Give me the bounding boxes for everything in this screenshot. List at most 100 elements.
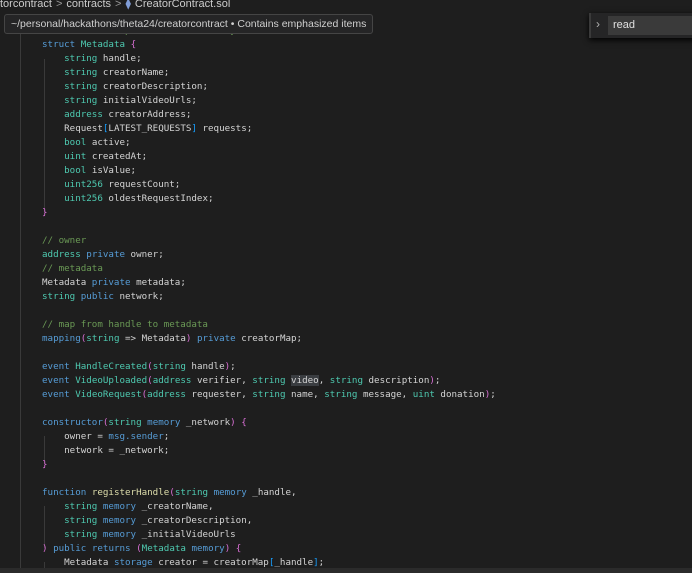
code-line: } bbox=[42, 458, 48, 472]
code-token: address bbox=[64, 109, 103, 120]
code-line: event VideoRequest(address requester, st… bbox=[42, 388, 496, 402]
code-token: requests; bbox=[196, 123, 253, 134]
code-token: ; bbox=[490, 389, 496, 400]
code-token: string bbox=[152, 361, 186, 372]
code-token: string bbox=[252, 389, 286, 400]
chevron-right-icon: > bbox=[115, 0, 122, 10]
code-line: // owner bbox=[42, 234, 86, 248]
code-token: Metadata bbox=[141, 543, 186, 554]
code-token: public bbox=[80, 291, 114, 302]
code-token: creatorDescription; bbox=[97, 81, 208, 92]
code-token: address bbox=[147, 389, 186, 400]
code-token: owner; bbox=[125, 249, 164, 260]
code-token: handle; bbox=[97, 53, 142, 64]
code-token: } bbox=[42, 207, 48, 218]
code-token: event bbox=[42, 361, 70, 372]
code-token: isValue; bbox=[86, 165, 137, 176]
code-token: string bbox=[252, 375, 286, 386]
code-line: string public network; bbox=[42, 290, 164, 304]
code-line: constructor(string memory _network) { bbox=[42, 416, 247, 430]
code-token: VideoRequest bbox=[75, 389, 142, 400]
code-token: active; bbox=[86, 137, 131, 148]
code-line: Request[LATEST_REQUESTS] requests; bbox=[42, 122, 252, 136]
code-line: network = _network; bbox=[42, 444, 169, 458]
code-token: private bbox=[86, 249, 126, 260]
code-token: donation bbox=[434, 389, 485, 400]
code-token: Metadata bbox=[64, 557, 114, 568]
code-token: metadata; bbox=[130, 277, 186, 288]
breadcrumb-file[interactable]: CreatorContract.sol bbox=[135, 0, 230, 10]
code-token: LATEST_REQUESTS bbox=[108, 123, 192, 134]
code-token: { bbox=[235, 543, 242, 554]
code-token: struct bbox=[42, 39, 76, 50]
code-token: string bbox=[174, 487, 209, 498]
code-token: } bbox=[42, 459, 48, 470]
code-token: string bbox=[64, 529, 98, 540]
code-token: video bbox=[291, 375, 319, 386]
code-line: owner = msg.sender; bbox=[42, 430, 169, 444]
code-line: string memory _creatorDescription, bbox=[42, 514, 252, 528]
code-token: _handle, bbox=[246, 487, 297, 498]
code-line: string creatorDescription; bbox=[42, 80, 208, 94]
code-token: address bbox=[42, 249, 81, 260]
code-token: network; bbox=[113, 291, 164, 302]
code-token: memory bbox=[213, 487, 247, 498]
indent-guide bbox=[20, 30, 21, 570]
find-input[interactable]: read bbox=[608, 16, 692, 35]
code-line: uint createdAt; bbox=[42, 150, 147, 164]
code-token: HandleCreated bbox=[75, 361, 148, 372]
breadcrumb-folder[interactable]: torcontract bbox=[0, 0, 52, 10]
code-token: string bbox=[64, 501, 98, 512]
code-line: uint256 oldestRequestIndex; bbox=[42, 192, 213, 206]
code-line: event VideoUploaded(address verifier, st… bbox=[42, 374, 440, 388]
code-token: uint256 bbox=[64, 193, 103, 204]
code-token: string bbox=[64, 81, 98, 92]
code-token: string bbox=[64, 515, 98, 526]
ethereum-file-icon: ⧫ bbox=[125, 0, 131, 10]
code-line: string memory _creatorName, bbox=[42, 500, 213, 514]
code-token: creatorName; bbox=[97, 67, 170, 78]
horizontal-scrollbar[interactable] bbox=[0, 568, 692, 573]
toggle-replace-chevron-icon[interactable]: › bbox=[596, 17, 600, 31]
code-token: ; bbox=[434, 375, 441, 386]
code-editor[interactable]: // struct to represent a data entrystruc… bbox=[0, 0, 692, 570]
code-line: string handle; bbox=[42, 52, 142, 66]
path-tooltip: ~/personal/hackathons/theta24/creatorcon… bbox=[4, 14, 374, 34]
code-token: private bbox=[196, 333, 236, 344]
code-line: // map from handle to metadata bbox=[42, 318, 208, 332]
code-token: initialVideoUrls; bbox=[97, 95, 197, 106]
code-token: { bbox=[130, 39, 137, 50]
code-line: bool active; bbox=[42, 136, 131, 150]
code-token: _creatorDescription, bbox=[136, 515, 253, 526]
code-line: address private owner; bbox=[42, 248, 164, 262]
code-token: returns bbox=[91, 543, 131, 554]
breadcrumb-folder[interactable]: contracts bbox=[66, 0, 111, 10]
code-token: name, bbox=[285, 389, 325, 400]
code-token: string bbox=[329, 375, 363, 386]
code-token: string bbox=[64, 67, 98, 78]
code-token: string bbox=[86, 333, 120, 344]
code-token: _handle bbox=[274, 557, 314, 568]
code-token: Metadata bbox=[80, 39, 126, 50]
code-token: Request bbox=[64, 123, 103, 134]
code-token: creatorMap; bbox=[235, 333, 303, 344]
code-token: memory bbox=[102, 529, 137, 540]
code-token: ; bbox=[163, 431, 170, 442]
find-widget: › read bbox=[589, 13, 692, 38]
code-token: => Metadata bbox=[119, 333, 186, 344]
code-token: creator = creatorMap bbox=[152, 557, 269, 568]
code-token: description bbox=[362, 375, 430, 386]
code-token: string bbox=[64, 53, 98, 64]
code-token: memory bbox=[147, 417, 181, 428]
